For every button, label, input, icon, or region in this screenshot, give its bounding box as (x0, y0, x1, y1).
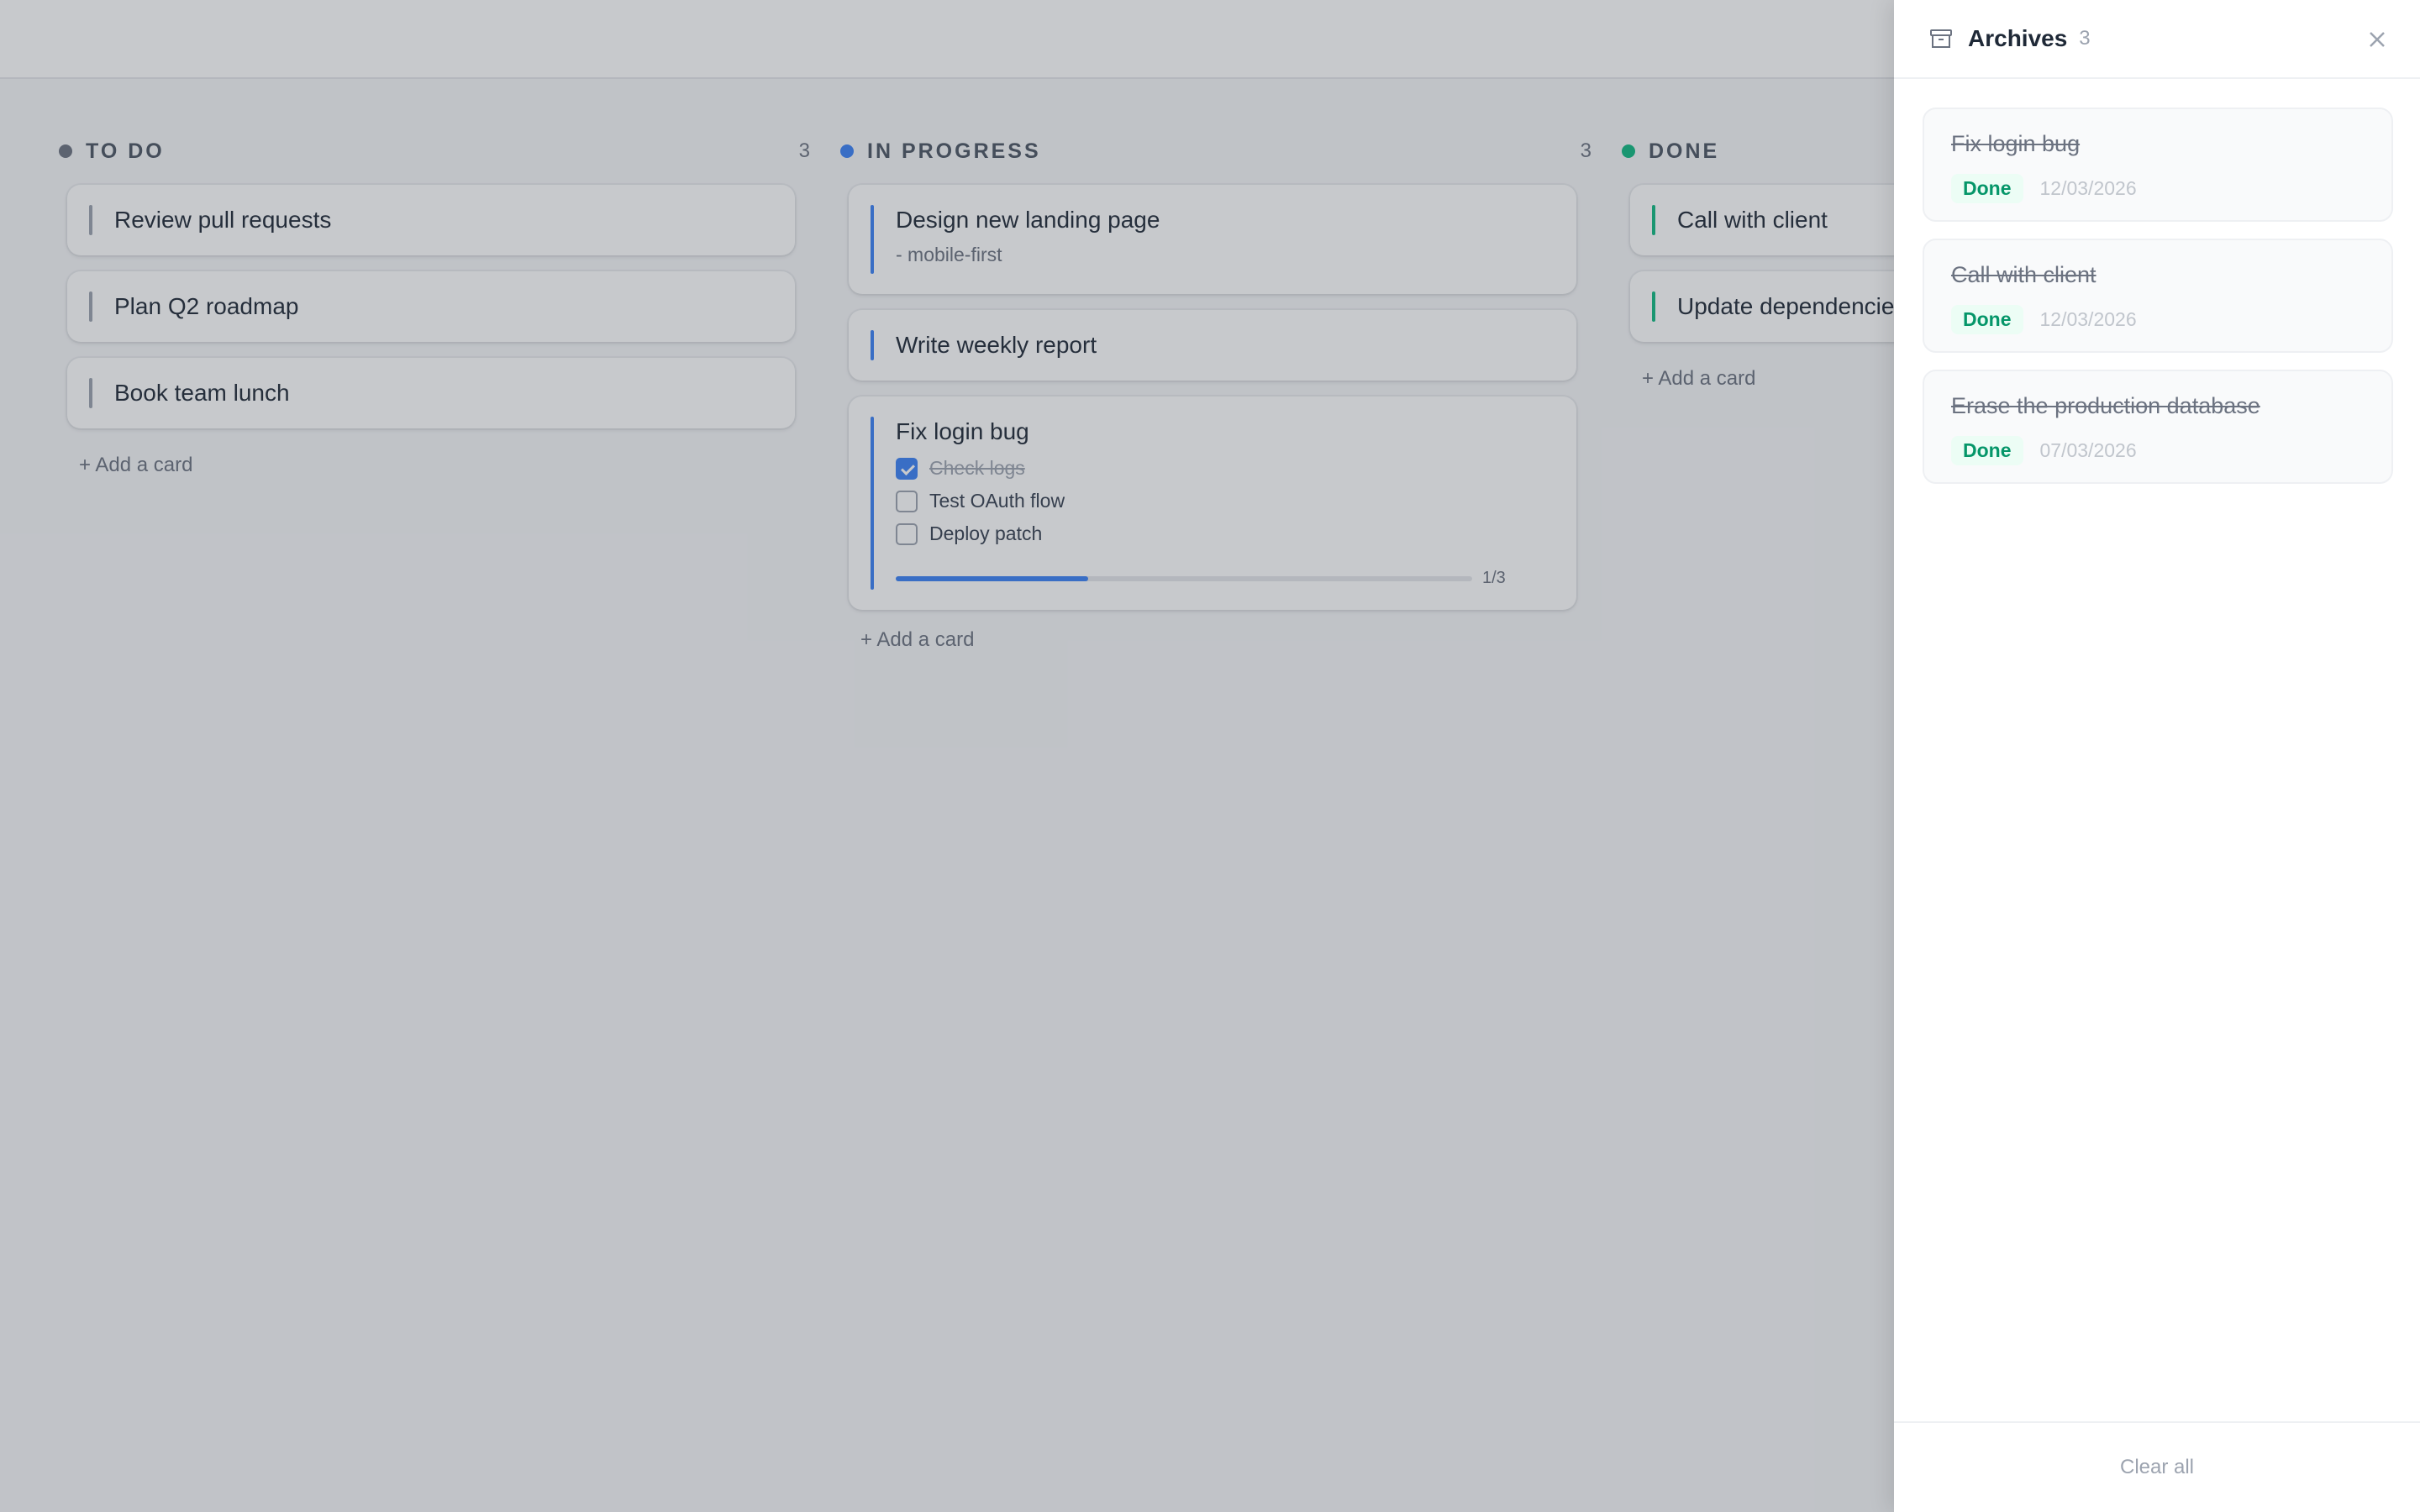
archive-item[interactable]: Fix login bug Done 12/03/2026 (1923, 108, 2393, 222)
archive-date: 07/03/2026 (2039, 439, 2137, 461)
status-badge: Done (1951, 174, 2023, 203)
archive-date: 12/03/2026 (2039, 177, 2137, 199)
status-badge: Done (1951, 436, 2023, 465)
archive-item-title: Call with client (1951, 262, 2096, 287)
archives-panel: Archives 3 Fix login bug Done 12/03/2026… (1894, 0, 2420, 1512)
archive-item[interactable]: Call with client Done 12/03/2026 (1923, 239, 2393, 353)
clear-all-button[interactable]: Clear all (2120, 1456, 2194, 1479)
panel-title: Archives (1968, 25, 2068, 51)
archive-item[interactable]: Erase the production database Done 07/03… (1923, 370, 2393, 484)
archive-item-title: Erase the production database (1951, 393, 2260, 418)
panel-header: Archives 3 (1894, 0, 2420, 79)
archive-box-icon (1930, 29, 1952, 48)
panel-footer: Clear all (1894, 1421, 2420, 1512)
archive-count: 3 (2079, 27, 2091, 50)
archive-date: 12/03/2026 (2039, 308, 2137, 330)
archive-list: Fix login bug Done 12/03/2026 Call with … (1894, 79, 2420, 484)
close-icon[interactable] (2365, 27, 2390, 52)
status-badge: Done (1951, 305, 2023, 334)
archive-item-title: Fix login bug (1951, 131, 2081, 156)
